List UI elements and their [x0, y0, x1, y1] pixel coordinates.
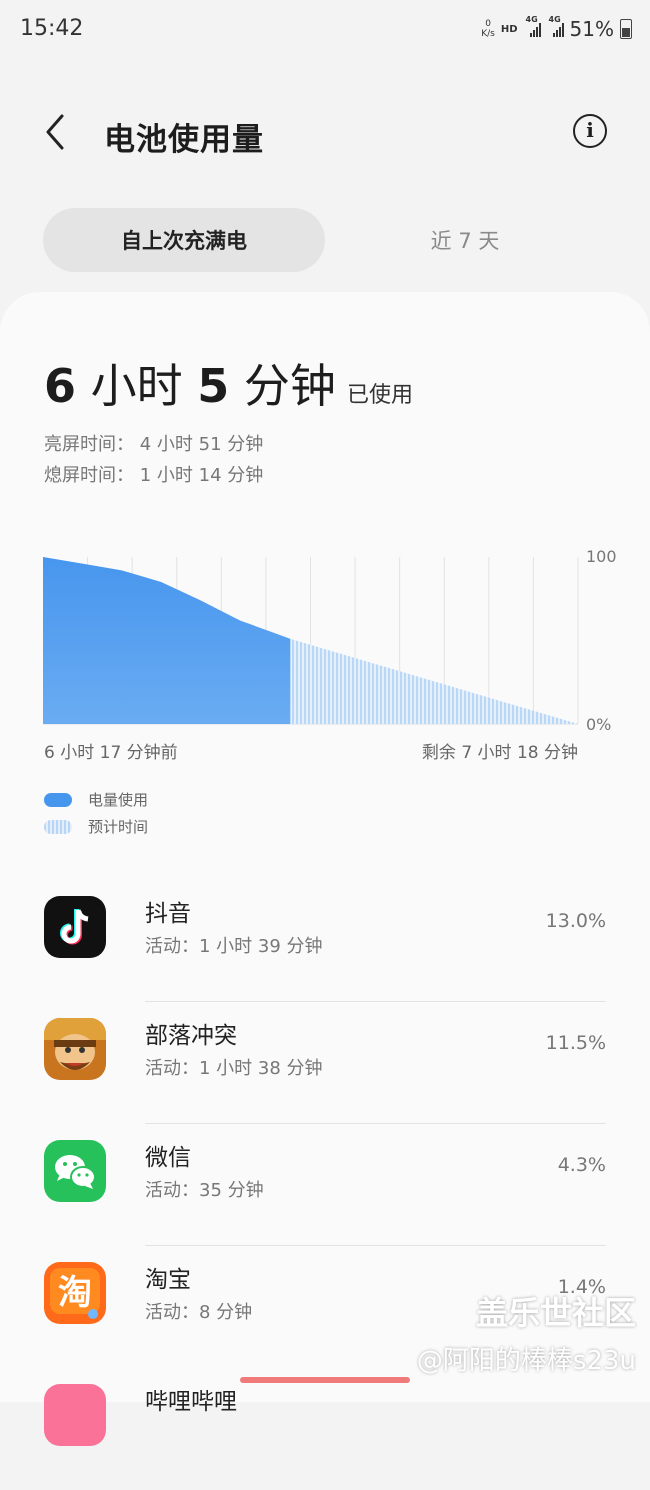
info-button[interactable]: i — [573, 114, 607, 148]
signal-network-label: 4G — [525, 15, 538, 24]
y-tick-100: 100 — [586, 547, 617, 566]
battery-icon — [620, 19, 632, 39]
legend-estimate: 预计时间 — [44, 816, 148, 837]
app-row-wechat[interactable]: 微信 活动：35 分钟 4.3% — [0, 1124, 650, 1246]
signal-icon: 4G — [526, 15, 541, 37]
app-row-bilibili[interactable]: 哔哩哔哩 — [0, 1368, 650, 1490]
page-title: 电池使用量 — [104, 122, 264, 158]
series-area-used — [43, 557, 291, 724]
app-activity: 活动：8 分钟 — [145, 1302, 253, 1323]
tab-since-full-charge[interactable]: 自上次充满电 — [43, 208, 325, 272]
watermark-author: @阿阳的棒棒s23u — [416, 1346, 636, 1376]
chart-end-label: 剩余 7 小时 18 分钟 — [421, 743, 578, 763]
back-button[interactable] — [40, 112, 76, 152]
app-row-douyin[interactable]: 抖音 活动：1 小时 39 分钟 13.0% — [0, 880, 650, 1002]
status-bar: 15:42 0 K/s HD 4G 4G 51% — [0, 0, 650, 58]
tab-last-7-days[interactable]: 近 7 天 — [360, 208, 570, 272]
network-speed-value: 0 — [485, 19, 491, 29]
app-name: 部落冲突 — [145, 1023, 237, 1049]
usage-minutes-unit: 分钟 — [243, 359, 336, 413]
app-activity: 活动：1 小时 38 分钟 — [145, 1058, 323, 1079]
wechat-icon — [44, 1140, 106, 1202]
status-icons: 0 K/s HD 4G 4G 51% — [481, 14, 632, 44]
chevron-left-icon — [46, 114, 64, 150]
taobao-icon: 淘 — [44, 1262, 106, 1324]
app-name: 哔哩哔哩 — [145, 1389, 237, 1415]
home-indicator[interactable] — [240, 1377, 410, 1383]
app-percent: 11.5% — [545, 1032, 606, 1054]
watermark-community: 盖乐世社区 — [475, 1294, 636, 1332]
usage-hours: 6 — [44, 359, 77, 413]
series-area-estimate — [290, 638, 578, 724]
signal-network-label: 4G — [548, 15, 561, 24]
battery-chart: 100 0% — [43, 547, 617, 734]
total-usage: 6 小时 5 分钟 已使用 — [44, 350, 413, 416]
app-activity: 活动：35 分钟 — [145, 1180, 264, 1201]
legend-used-label: 电量使用 — [88, 791, 149, 809]
network-speed-unit: K/s — [481, 29, 495, 39]
app-name: 微信 — [145, 1145, 191, 1171]
battery-percent: 51% — [569, 17, 614, 41]
network-speed: 0 K/s — [481, 19, 495, 39]
info-icon: i — [586, 118, 594, 142]
legend-used: 电量使用 — [44, 789, 148, 810]
svg-text:淘: 淘 — [58, 1273, 92, 1313]
legend-estimate-swatch — [44, 819, 72, 834]
bilibili-icon — [44, 1384, 106, 1446]
total-usage-time: 6 小时 5 分钟 — [44, 359, 336, 413]
app-name: 抖音 — [145, 901, 191, 927]
screen-off-time: 熄屏时间： 1 小时 14 分钟 — [44, 465, 264, 486]
app-percent: 13.0% — [545, 910, 606, 932]
hd-volte-icon: HD — [500, 23, 518, 35]
legend-used-swatch — [44, 792, 72, 807]
y-tick-0: 0% — [586, 715, 611, 734]
usage-minutes: 5 — [197, 359, 230, 413]
legend-estimate-label: 预计时间 — [88, 818, 149, 836]
chart-start-label: 6 小时 17 分钟前 — [44, 743, 178, 763]
clash-of-clans-icon — [44, 1018, 106, 1080]
app-percent: 4.3% — [557, 1154, 606, 1176]
tiktok-icon — [44, 896, 106, 958]
screen-on-time: 亮屏时间： 4 小时 51 分钟 — [44, 434, 264, 455]
status-time: 15:42 — [20, 16, 84, 41]
used-label: 已使用 — [347, 383, 414, 408]
app-activity: 活动：1 小时 39 分钟 — [145, 936, 323, 957]
app-name: 淘宝 — [145, 1267, 191, 1293]
signal-icon: 4G — [549, 15, 564, 37]
app-row-clash-of-clans[interactable]: 部落冲突 活动：1 小时 38 分钟 11.5% — [0, 1002, 650, 1124]
usage-hours-unit: 小时 — [90, 359, 183, 413]
